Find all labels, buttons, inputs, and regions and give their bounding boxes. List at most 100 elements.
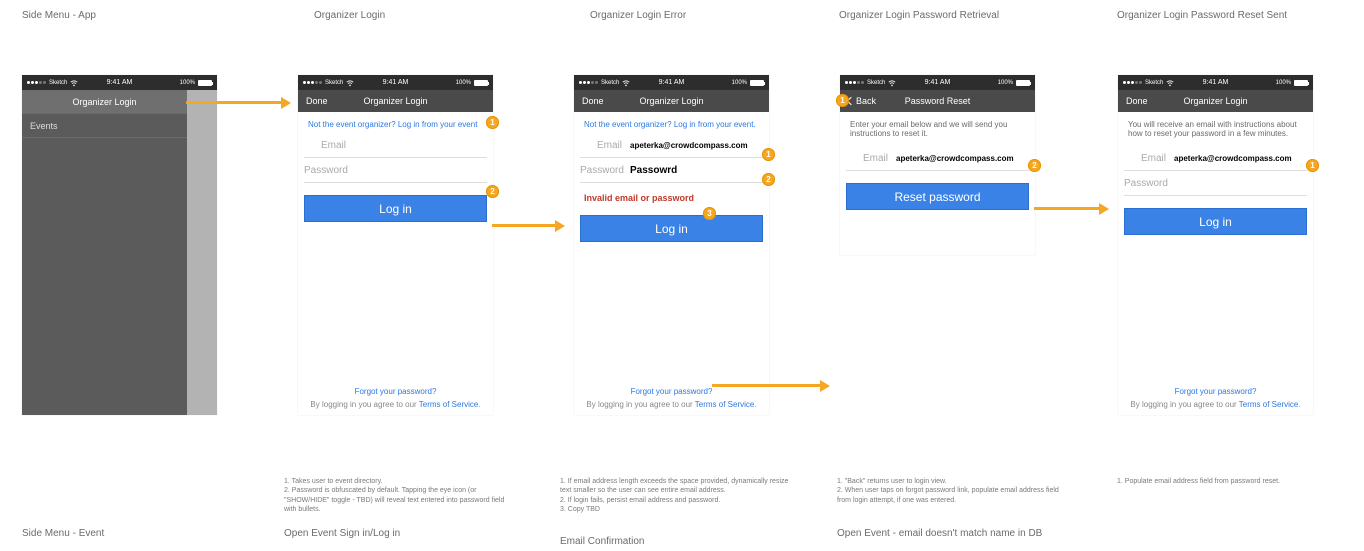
login-button[interactable]: Log in bbox=[580, 215, 763, 242]
battery-pct: 100% bbox=[456, 80, 471, 86]
annotation-badge: 3 bbox=[703, 207, 716, 220]
title-password-retrieval: Organizer Login Password Retrieval bbox=[839, 10, 999, 21]
note-line: 2. When user taps on forgot password lin… bbox=[837, 486, 1067, 505]
email-value: apeterka@crowdcompass.com bbox=[630, 141, 763, 150]
statusbar: Sketch 9:41 AM 100% bbox=[1118, 75, 1313, 90]
email-field[interactable]: Email apeterka@crowdcompass.com bbox=[846, 146, 1029, 171]
done-button[interactable]: Done bbox=[1126, 96, 1166, 106]
note-line: 1. Takes user to event directory. bbox=[284, 477, 514, 486]
sidebar-item-events[interactable]: Events bbox=[22, 114, 187, 138]
notes-sent: 1. Populate email address field from pas… bbox=[1117, 477, 1347, 486]
forgot-password-link[interactable]: Forgot your password? bbox=[574, 387, 769, 396]
password-field[interactable]: Password Passowrd bbox=[580, 158, 763, 183]
battery-pct: 100% bbox=[180, 80, 195, 86]
title-email-confirmation: Email Confirmation bbox=[560, 536, 644, 547]
note-line: 3. Copy TBD bbox=[560, 505, 790, 514]
annotation-badge: 2 bbox=[1028, 159, 1041, 172]
note-line: 2. If login fails, persist email address… bbox=[560, 496, 790, 505]
sidebar-item-organizer-login[interactable]: Organizer Login bbox=[22, 90, 187, 114]
battery-pct: 100% bbox=[1276, 80, 1291, 86]
email-label: Email bbox=[846, 153, 896, 164]
signal-dots-icon bbox=[27, 81, 46, 84]
password-label: Password bbox=[304, 165, 354, 176]
title-open-event-no-match: Open Event - email doesn't match name in… bbox=[837, 528, 1042, 539]
email-label: Email bbox=[580, 140, 630, 151]
signal-dots-icon bbox=[845, 81, 864, 84]
forgot-password-link[interactable]: Forgot your password? bbox=[298, 387, 493, 396]
email-field[interactable]: Email apeterka@crowdcompass.com bbox=[580, 133, 763, 158]
nav-title: Organizer Login bbox=[1166, 96, 1265, 106]
title-open-event-login: Open Event Sign in/Log in bbox=[284, 528, 400, 539]
note-line: 1. If email address length exceeds the s… bbox=[560, 477, 790, 496]
wifi-icon bbox=[888, 79, 896, 87]
sidebar-item-label: Organizer Login bbox=[72, 97, 136, 107]
error-message: Invalid email or password bbox=[574, 183, 769, 203]
annotation-badge: 1 bbox=[486, 116, 499, 129]
back-button[interactable]: Back bbox=[848, 96, 888, 106]
screen-organizer-login: Sketch 9:41 AM 100% Done Organizer Login… bbox=[298, 75, 493, 415]
notes-error: 1. If email address length exceeds the s… bbox=[560, 477, 790, 515]
signal-dots-icon bbox=[579, 81, 598, 84]
annotation-badge: 1 bbox=[762, 148, 775, 161]
nav-title: Organizer Login bbox=[622, 96, 721, 106]
carrier-label: Sketch bbox=[325, 80, 343, 86]
flow-arrow bbox=[186, 101, 288, 104]
wifi-icon bbox=[1166, 79, 1174, 87]
terms-text: By logging in you agree to our Terms of … bbox=[586, 400, 756, 409]
reset-intro-text: Enter your email below and we will send … bbox=[840, 112, 1035, 146]
terms-text: By logging in you agree to our Terms of … bbox=[310, 400, 480, 409]
reset-password-button[interactable]: Reset password bbox=[846, 183, 1029, 210]
statusbar: Sketch 9:41 AM 100% bbox=[840, 75, 1035, 90]
carrier-label: Sketch bbox=[49, 80, 67, 86]
annotation-badge: 1 bbox=[1306, 159, 1319, 172]
wifi-icon bbox=[70, 79, 78, 87]
time-label: 9:41 AM bbox=[89, 79, 151, 86]
password-field[interactable]: Password bbox=[304, 158, 487, 183]
email-field[interactable]: Email bbox=[304, 133, 487, 158]
time-label: 9:41 AM bbox=[907, 79, 969, 86]
terms-of-service-link[interactable]: Terms of Service bbox=[695, 400, 755, 409]
navbar: Done Organizer Login bbox=[298, 90, 493, 112]
wifi-icon bbox=[346, 79, 354, 87]
note-line: 1. "Back" returns user to login view. bbox=[837, 477, 1067, 486]
forgot-password-link[interactable]: Forgot your password? bbox=[1118, 387, 1313, 396]
notes-login: 1. Takes user to event directory. 2. Pas… bbox=[284, 477, 514, 515]
not-organizer-link[interactable]: Not the event organizer? Log in from you… bbox=[574, 112, 769, 133]
notes-retrieval: 1. "Back" returns user to login view. 2.… bbox=[837, 477, 1067, 505]
flow-arrow bbox=[712, 384, 827, 387]
annotation-badge: 2 bbox=[486, 185, 499, 198]
title-password-reset-sent: Organizer Login Password Reset Sent bbox=[1117, 10, 1287, 21]
navbar: Done Organizer Login bbox=[574, 90, 769, 112]
battery-icon bbox=[1294, 80, 1308, 86]
screen-password-retrieval: Sketch 9:41 AM 100% Back Password Reset … bbox=[840, 75, 1035, 255]
screen-password-reset-sent: Sketch 9:41 AM 100% Done Organizer Login… bbox=[1118, 75, 1313, 415]
login-button[interactable]: Log in bbox=[304, 195, 487, 222]
back-label: Back bbox=[856, 96, 876, 106]
time-label: 9:41 AM bbox=[1185, 79, 1247, 86]
terms-text: By logging in you agree to our Terms of … bbox=[1130, 400, 1300, 409]
statusbar: Sketch 9:41 AM 100% bbox=[298, 75, 493, 90]
password-field[interactable]: Password bbox=[1124, 171, 1307, 196]
email-label: Email bbox=[304, 140, 354, 151]
battery-icon bbox=[1016, 80, 1030, 86]
login-button[interactable]: Log in bbox=[1124, 208, 1307, 235]
screen-side-menu-app: Sketch 9:41 AM 100% Organizer Login Even… bbox=[22, 75, 217, 415]
time-label: 9:41 AM bbox=[641, 79, 703, 86]
time-label: 9:41 AM bbox=[365, 79, 427, 86]
note-line: 2. Password is obfuscated by default. Ta… bbox=[284, 486, 514, 514]
sidebar-item-label: Events bbox=[30, 121, 58, 131]
battery-icon bbox=[750, 80, 764, 86]
content-peek[interactable] bbox=[187, 90, 217, 415]
not-organizer-link[interactable]: Not the event organizer? Log in from you… bbox=[298, 112, 493, 133]
email-field[interactable]: Email apeterka@crowdcompass.com bbox=[1124, 146, 1307, 171]
statusbar: Sketch 9:41 AM 100% bbox=[22, 75, 217, 90]
password-label: Password bbox=[1124, 178, 1174, 189]
navbar: Back Password Reset bbox=[840, 90, 1035, 112]
annotation-badge: 1 bbox=[836, 94, 849, 107]
done-button[interactable]: Done bbox=[306, 96, 346, 106]
terms-of-service-link[interactable]: Terms of Service bbox=[1239, 400, 1299, 409]
terms-of-service-link[interactable]: Terms of Service bbox=[419, 400, 479, 409]
done-button[interactable]: Done bbox=[582, 96, 622, 106]
carrier-label: Sketch bbox=[867, 80, 885, 86]
carrier-label: Sketch bbox=[1145, 80, 1163, 86]
